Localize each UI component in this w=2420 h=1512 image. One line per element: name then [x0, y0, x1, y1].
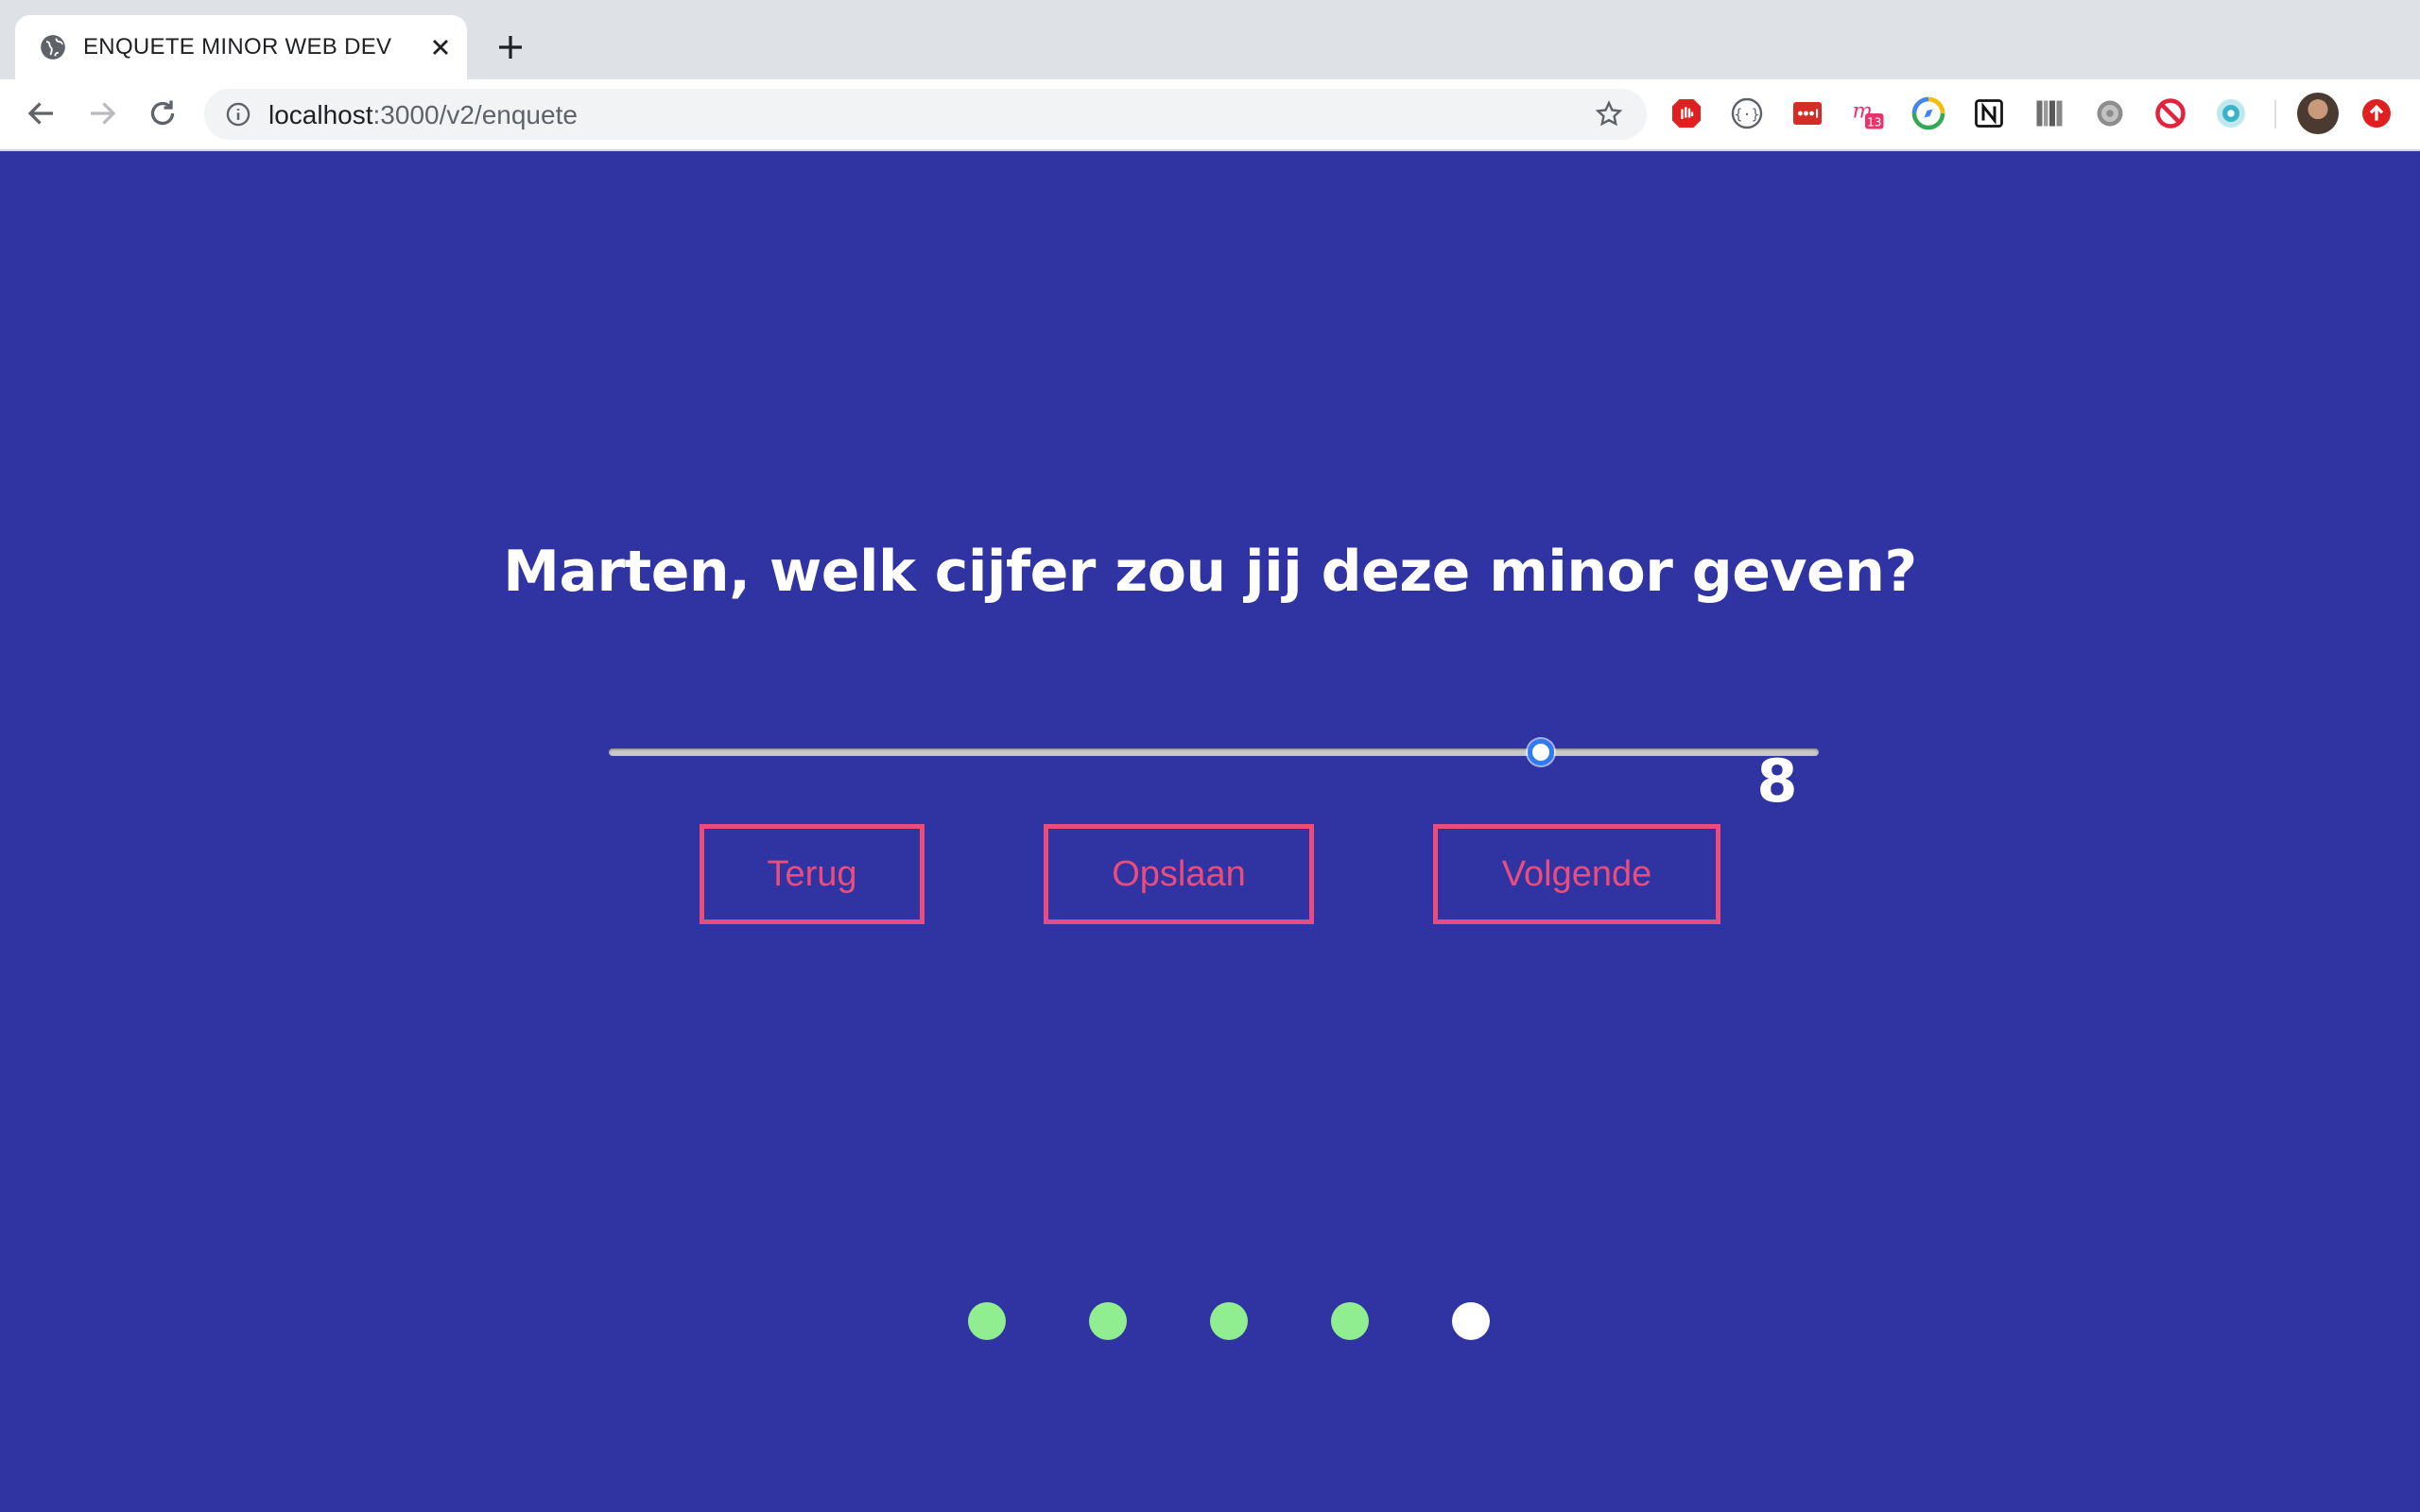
grade-slider-track[interactable] — [609, 748, 1819, 756]
block-icon[interactable] — [2153, 96, 2187, 130]
progress-dot[interactable] — [1331, 1302, 1369, 1340]
bookmark-star-icon[interactable] — [1594, 99, 1624, 129]
progress-dot[interactable] — [968, 1302, 1006, 1340]
adblock-hand-icon[interactable] — [1669, 96, 1703, 130]
tab-title: ENQUETE MINOR WEB DEV — [83, 34, 392, 60]
progress-dot-current[interactable] — [1452, 1302, 1490, 1340]
next-button[interactable]: Volgende — [1433, 824, 1720, 924]
url-text[interactable]: localhost:3000/v2/enquete — [268, 100, 578, 130]
globe-icon — [41, 35, 65, 60]
json-viewer-icon[interactable]: {·} — [1730, 96, 1764, 130]
url-host: localhost — [268, 100, 373, 129]
lastpass-icon[interactable] — [1790, 96, 1824, 130]
forward-arrow-icon[interactable] — [85, 96, 119, 130]
svg-text:{·}: {·} — [1734, 106, 1759, 123]
browser-tab-strip: ENQUETE MINOR WEB DEV — [0, 0, 2420, 79]
browser-tab[interactable]: ENQUETE MINOR WEB DEV — [15, 15, 467, 79]
reload-icon[interactable] — [146, 96, 180, 130]
close-icon[interactable] — [427, 34, 454, 60]
address-bar[interactable]: localhost:3000/v2/enquete — [204, 89, 1647, 140]
mail-extension-icon[interactable]: m 13 — [1851, 96, 1885, 130]
progress-dot[interactable] — [1089, 1302, 1127, 1340]
library-books-icon[interactable] — [2032, 96, 2066, 130]
back-arrow-icon[interactable] — [25, 96, 59, 130]
survey-page: Marten, welk cijfer zou jij deze minor g… — [0, 151, 2420, 1512]
extension-badge: 13 — [1867, 116, 1881, 129]
grade-slider-thumb[interactable] — [1527, 739, 1554, 765]
update-arrow-icon[interactable] — [2360, 96, 2394, 130]
grade-slider-value: 8 — [1756, 747, 1798, 816]
progress-dot[interactable] — [1210, 1302, 1248, 1340]
new-tab-plus-icon[interactable] — [495, 32, 526, 62]
compass-extension-icon[interactable] — [1911, 96, 1945, 130]
url-path: :3000/v2/enquete — [372, 100, 578, 129]
profile-avatar[interactable] — [2297, 93, 2339, 134]
question-heading: Marten, welk cijfer zou jij deze minor g… — [503, 539, 1917, 605]
info-icon[interactable] — [225, 101, 251, 128]
save-button[interactable]: Opslaan — [1044, 824, 1314, 924]
back-button[interactable]: Terug — [700, 824, 925, 924]
settings-gear-icon[interactable] — [2093, 96, 2127, 130]
browser-toolbar: localhost:3000/v2/enquete {·} m 13 — [0, 79, 2420, 151]
toolbar-divider — [2274, 100, 2276, 129]
notion-icon[interactable] — [1972, 96, 2006, 130]
eye-extension-icon[interactable] — [2214, 96, 2248, 130]
